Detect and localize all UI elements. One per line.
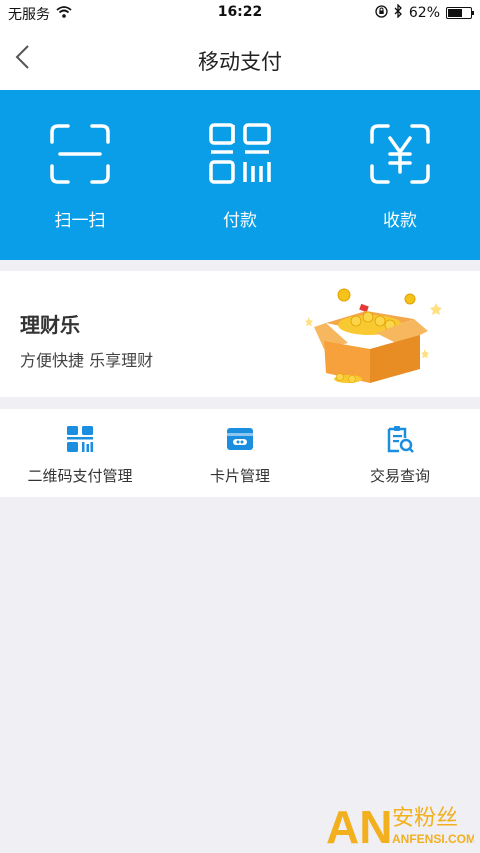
receive-money-icon — [370, 124, 430, 184]
status-bar: 无服务 16:22 62% — [0, 0, 480, 24]
nav-bar: 移动支付 — [0, 24, 480, 90]
card-management-label: 卡片管理 — [209, 467, 270, 485]
anfensi-watermark-logo: AN 安粉丝 ANFENSI.COM — [326, 801, 474, 851]
qr-payment-management-button[interactable]: 二维码支付管理 — [0, 409, 160, 497]
qr-management-label: 二维码支付管理 — [27, 467, 133, 485]
card-management-button[interactable]: 卡片管理 — [160, 409, 320, 497]
page-title: 移动支付 — [198, 50, 282, 74]
rotation-lock-icon — [375, 4, 388, 22]
promo-subtitle: 方便快捷 乐享理财 — [20, 351, 154, 370]
receive-button[interactable]: 收款 — [320, 90, 480, 260]
transaction-query-label: 交易查询 — [369, 467, 430, 485]
battery-percent: 62% — [408, 5, 440, 21]
card-icon — [227, 428, 253, 450]
status-right: 62% — [375, 3, 474, 22]
svg-text:ANFENSI.COM: ANFENSI.COM — [392, 832, 474, 846]
management-tools: 二维码支付管理 卡片管理 交易查询 — [0, 409, 480, 497]
quick-actions-panel: 扫一扫 付款 收款 — [0, 90, 480, 260]
qr-manage-icon — [67, 426, 93, 452]
treasure-box-illustration — [305, 288, 442, 383]
wealth-promo-card[interactable]: 理财乐 方便快捷 乐享理财 — [0, 271, 480, 397]
transaction-search-icon — [387, 426, 414, 453]
bluetooth-icon — [394, 3, 403, 22]
battery-icon — [446, 7, 474, 19]
scan-icon — [50, 124, 110, 184]
pay-button[interactable]: 付款 — [160, 90, 320, 260]
pay-label: 付款 — [223, 211, 257, 231]
svg-text:安粉丝: 安粉丝 — [392, 806, 458, 831]
pay-code-icon — [209, 123, 271, 184]
receive-label: 收款 — [383, 211, 417, 231]
svg-text:AN: AN — [326, 801, 392, 851]
scan-label: 扫一扫 — [54, 211, 106, 231]
transaction-query-button[interactable]: 交易查询 — [320, 409, 480, 497]
promo-title: 理财乐 — [20, 313, 80, 337]
scan-button[interactable]: 扫一扫 — [0, 90, 160, 260]
